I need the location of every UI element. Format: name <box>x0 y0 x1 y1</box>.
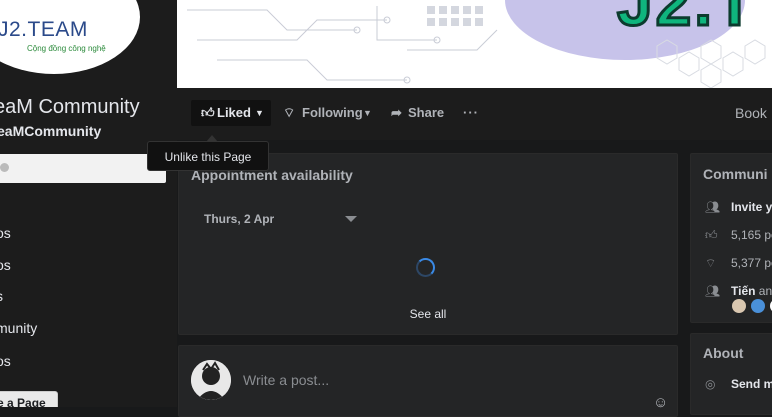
home-icon <box>0 163 9 172</box>
page-action-bar: 👍︎ Liked ▼ ⌔ Following ▼ ➦ Share ··· Boo… <box>177 88 772 140</box>
share-button[interactable]: ➦ Share <box>391 100 451 126</box>
logo-text: J2.TEAM <box>0 18 88 41</box>
about-title: About <box>703 345 744 361</box>
sidebar-item[interactable]: os <box>0 257 11 273</box>
friend-suffix: an <box>755 284 772 298</box>
community-card: Communi 👥︎ Invite y 👍︎ 5,165 pe ⌔ 5,377 … <box>690 153 772 323</box>
send-message-link[interactable]: Send m <box>731 377 772 391</box>
cover-headline: J2.T <box>615 0 758 41</box>
messenger-icon: ◎ <box>705 377 716 391</box>
logo-tagline: Cộng đồng công nghệ <box>27 44 106 53</box>
people-icon: 👥︎ <box>705 284 721 298</box>
cover-photo[interactable]: J2.T <box>177 0 772 88</box>
liked-button[interactable]: 👍︎ Liked ▼ <box>191 100 271 126</box>
hexagon-pattern-graphic <box>656 39 766 88</box>
about-card: About ◎ Send m <box>690 333 772 415</box>
rss-icon: ⌔ <box>283 105 296 120</box>
likes-count: 5,165 pe <box>731 228 772 242</box>
share-arrow-icon: ➦ <box>391 105 402 120</box>
following-button[interactable]: ⌔ Following ▼ <box>283 100 375 126</box>
sidebar-item[interactable]: s <box>0 288 3 304</box>
rss-icon: ⌔ <box>705 256 717 270</box>
people-icon: 👥︎ <box>705 200 721 214</box>
friend-avatars[interactable] <box>731 298 772 314</box>
thumbs-up-icon: 👍︎ <box>705 228 718 242</box>
create-page-button[interactable]: te a Page <box>0 391 58 407</box>
write-post-input[interactable]: Write a post... <box>243 372 329 388</box>
community-title: Communi <box>703 166 768 182</box>
liked-label: Liked <box>217 105 251 120</box>
avatar-silhouette-icon <box>191 360 231 400</box>
caret-down-icon: ▼ <box>255 108 264 118</box>
unlike-tooltip: Unlike this Page <box>147 135 269 171</box>
chevron-down-icon[interactable] <box>345 216 357 222</box>
tooltip-arrow <box>206 135 218 142</box>
emoji-icon[interactable]: ☺ <box>653 394 668 411</box>
following-label: Following <box>302 105 363 120</box>
more-options-button[interactable]: ··· <box>463 100 483 126</box>
book-button[interactable]: Book <box>735 100 767 126</box>
sidebar-item[interactable]: os <box>0 353 11 369</box>
left-sidebar: J2.TEAM Cộng đồng công nghệ eaM Communit… <box>0 0 177 407</box>
page-title[interactable]: eaM Community <box>0 96 140 119</box>
sidebar-item-home[interactable] <box>0 154 166 183</box>
share-label: Share <box>408 105 445 120</box>
caret-down-icon: ▼ <box>363 108 372 118</box>
see-all-link[interactable]: See all <box>179 307 677 321</box>
invite-friends-link[interactable]: Invite y <box>731 200 772 214</box>
follows-count: 5,377 pe <box>731 256 772 270</box>
loading-spinner-icon <box>416 258 435 277</box>
appointment-card: Appointment availability Thurs, 2 Apr Se… <box>178 153 678 335</box>
appointment-date-select[interactable]: Thurs, 2 Apr <box>204 212 274 226</box>
friends-like-text: Tiến an <box>731 284 772 298</box>
sidebar-item[interactable]: os <box>0 225 11 241</box>
friend-name[interactable]: Tiến <box>731 284 755 298</box>
page-handle[interactable]: eaMCommunity <box>0 123 101 139</box>
page-profile-picture[interactable]: J2.TEAM Cộng đồng công nghệ <box>0 0 140 74</box>
tooltip-text: Unlike this Page <box>164 150 252 164</box>
post-composer: Write a post... ☺ <box>178 345 678 417</box>
user-avatar[interactable] <box>191 360 231 400</box>
sidebar-item-community[interactable]: munity <box>0 320 37 336</box>
thumbs-up-icon: 👍︎ <box>201 105 215 120</box>
